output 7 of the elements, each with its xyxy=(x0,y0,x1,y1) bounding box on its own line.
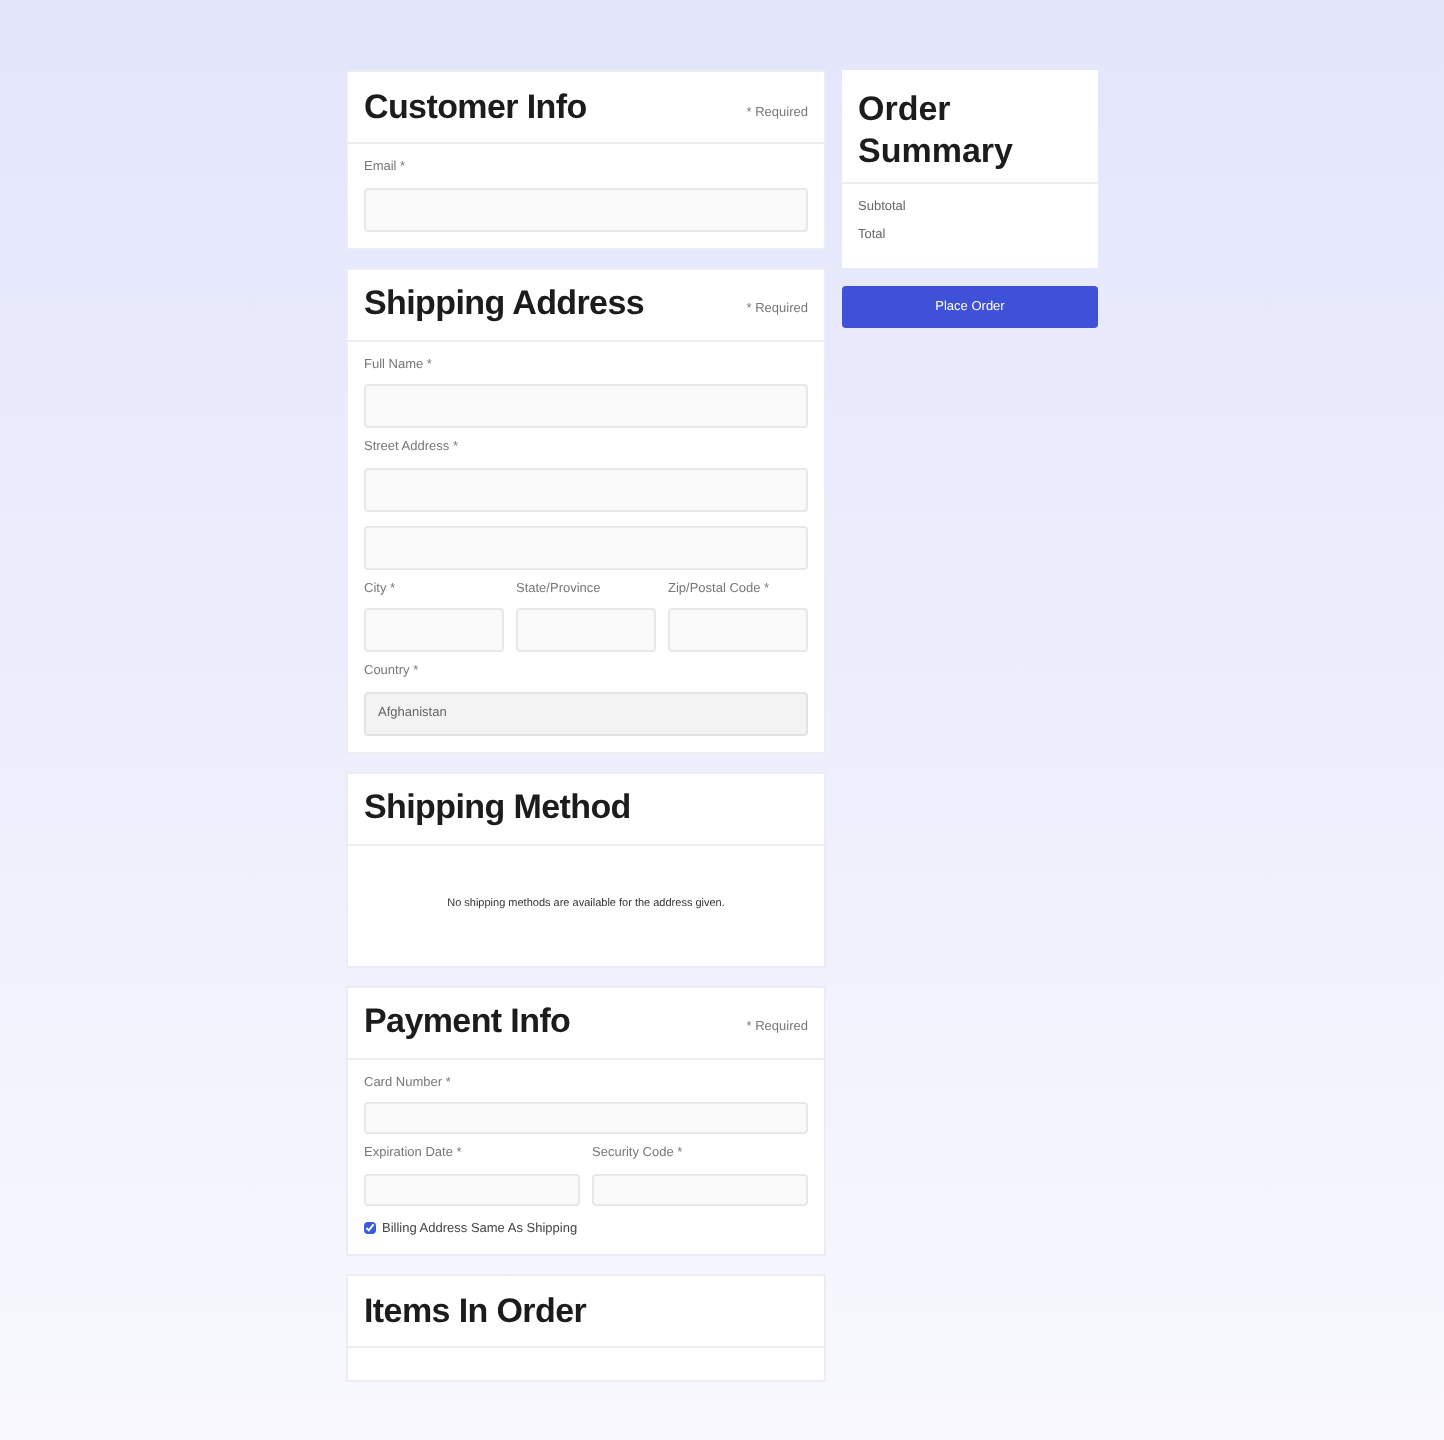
checkbox[interactable] xyxy=(364,1222,376,1235)
section-title: Customer Info xyxy=(364,85,587,130)
section-title: Shipping Address xyxy=(364,282,645,327)
section-title: Shipping Method xyxy=(364,786,631,831)
section-title: Payment Info xyxy=(364,1000,571,1045)
summary-title: Order Summary xyxy=(858,88,1015,172)
section-title: Items In Order xyxy=(364,1290,587,1334)
